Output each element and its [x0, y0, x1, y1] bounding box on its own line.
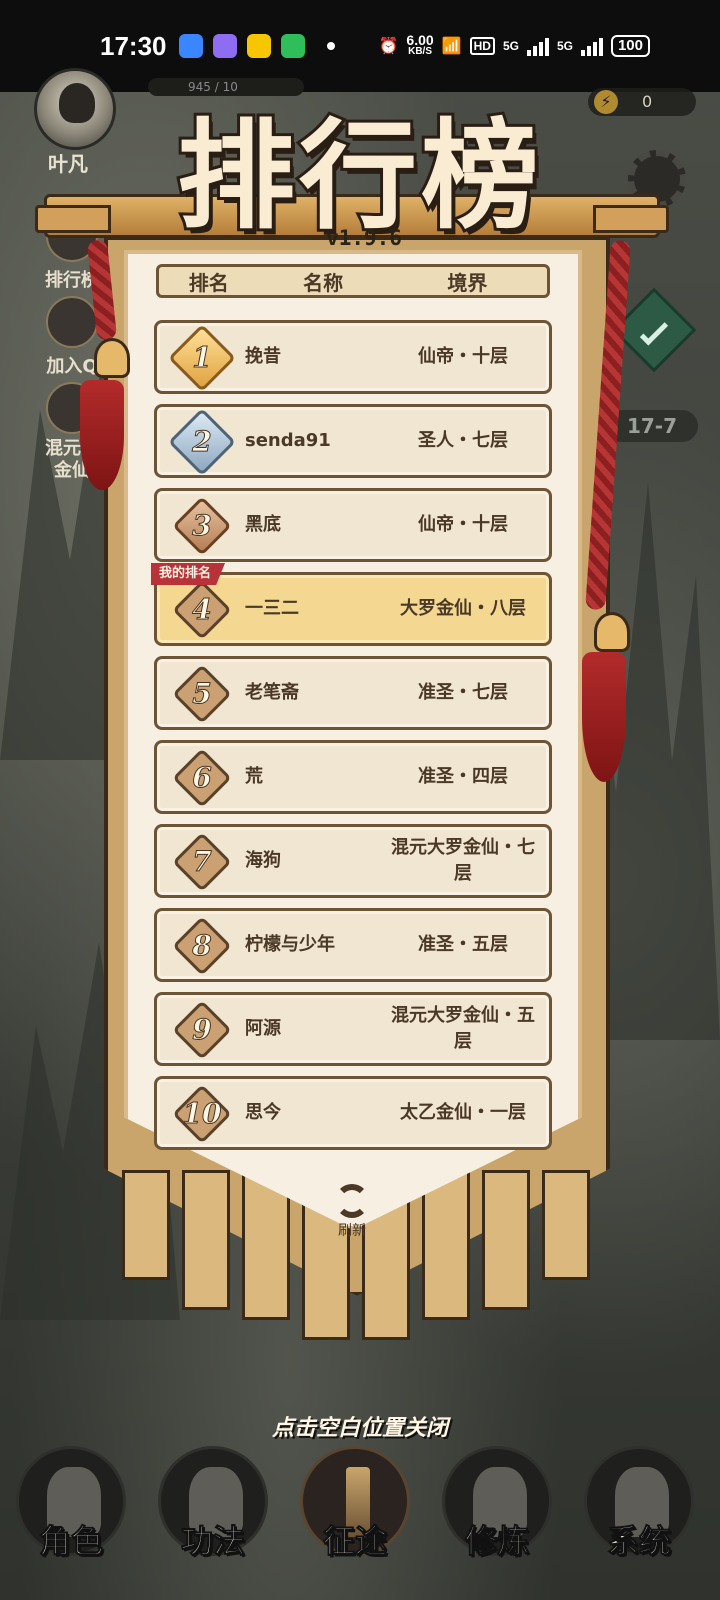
nav-item-label: 功法 [180, 1522, 245, 1561]
status-bar: 17:30 ⏰ 6.00 KB/S 📶 HD 5G 5G 100 [0, 0, 720, 92]
nav-item-3[interactable]: 修炼 [432, 1430, 562, 1600]
tassel-cap [594, 612, 630, 652]
column-header-name: 名称 [303, 270, 344, 295]
energy-pill[interactable]: ⚡ 0 [588, 88, 696, 116]
realm-cell: 混元大罗金仙・七层 [391, 837, 535, 884]
notification-app-icon [246, 34, 271, 58]
rank-number: 9 [192, 1013, 212, 1047]
status-time: 17:30 [100, 30, 167, 61]
rank-number: 10 [182, 1097, 222, 1131]
column-header-rank: 排名 [188, 270, 229, 295]
nav-item-label: 修炼 [464, 1522, 529, 1561]
stage-indicator: 17-7 [606, 410, 698, 442]
table-row[interactable]: 1 挽昔 仙帝・十层 [154, 320, 552, 394]
tassel [582, 652, 626, 782]
battery-indicator: 100 [610, 35, 650, 57]
table-row[interactable]: 5 老笔斋 准圣・七层 [154, 656, 552, 730]
nav-item-2[interactable]: 征途 [290, 1430, 420, 1600]
alarm-icon: ⏰ [378, 38, 399, 55]
player-name-cell: 黑底 [245, 514, 281, 535]
player-name-cell: 老笔斋 [245, 682, 299, 703]
nav-item-label: 角色 [38, 1522, 103, 1561]
realm-cell: 准圣・五层 [418, 934, 508, 955]
realm-cell: 混元大罗金仙・五层 [391, 1005, 535, 1052]
table-row[interactable]: 2 senda91 圣人・七层 [154, 404, 552, 478]
tassel [80, 380, 124, 490]
my-rank-row[interactable]: 4 一三二 大罗金仙・八层 我的排名 [151, 563, 552, 646]
column-header-realm: 境界 [447, 270, 488, 295]
table-row[interactable]: 7 海狗 混元大罗金仙・七层 [154, 824, 552, 898]
refresh-button[interactable]: 刷新 [332, 1184, 372, 1240]
realm-cell: 太乙金仙・一层 [400, 1102, 526, 1123]
nav-item-label: 征途 [322, 1522, 387, 1561]
energy-value: 0 [642, 92, 653, 111]
realm-cell: 准圣・四层 [418, 766, 508, 787]
rank-number: 5 [192, 677, 212, 711]
bottom-nav: 角色 功法 征途 修炼 系统 [0, 1430, 720, 1600]
player-name-cell: senda91 [245, 430, 331, 451]
leaderboard-list: 1 挽昔 仙帝・十层 2 senda91 圣人・七层 3 黑底 仙帝・十层 4 一三二 大罗金仙・八层… [151, 320, 552, 1160]
more-notifications-dot [326, 42, 335, 50]
table-row[interactable]: 6 荒 准圣・四层 [154, 740, 552, 814]
hd-icon: HD [469, 37, 495, 55]
nav-item-label: 系统 [606, 1522, 671, 1561]
rank-number: 8 [192, 929, 212, 963]
table-header: 排名 名称 境界 [156, 264, 550, 298]
notification-app-icon [212, 34, 237, 58]
player-name-cell: 挽昔 [245, 346, 281, 367]
signal-5g-label: 5G [556, 39, 573, 53]
penguin-icon [46, 296, 98, 348]
refresh-icon [335, 1184, 369, 1218]
signal-bars-icon [526, 36, 549, 56]
realm-cell: 仙帝・十层 [418, 346, 508, 367]
player-name-cell: 海狗 [245, 850, 281, 871]
table-row[interactable]: 8 柠檬与少年 准圣・五层 [154, 908, 552, 982]
player-name-cell: 柠檬与少年 [245, 934, 335, 955]
signal-bars-icon [580, 36, 603, 56]
player-avatar[interactable] [34, 68, 116, 150]
tassel-cap [94, 338, 130, 378]
player-name-cell: 一三二 [245, 598, 299, 619]
network-speed: 6.00 KB/S [406, 32, 434, 57]
table-row[interactable]: 3 黑底 仙帝・十层 [154, 488, 552, 562]
rank-number: 2 [192, 425, 212, 459]
player-name: 叶凡 [48, 152, 88, 176]
table-row[interactable]: 10 思今 太乙金仙・一层 [154, 1076, 552, 1150]
rank-number: 3 [192, 509, 212, 543]
rank-number: 7 [192, 845, 212, 879]
rank-number: 6 [192, 761, 212, 795]
nav-item-0[interactable]: 角色 [6, 1430, 136, 1600]
rank-number: 1 [192, 341, 212, 375]
notification-app-icon [280, 34, 305, 58]
notification-app-icon [178, 34, 203, 58]
wifi-icon: 📶 [441, 38, 462, 55]
player-name-cell: 阿源 [245, 1018, 281, 1039]
nav-item-1[interactable]: 功法 [148, 1430, 278, 1600]
player-name-cell: 思今 [245, 1102, 281, 1123]
realm-cell: 准圣・七层 [418, 682, 508, 703]
realm-cell: 圣人・七层 [418, 430, 508, 451]
realm-cell: 仙帝・十层 [418, 514, 508, 535]
table-row[interactable]: 9 阿源 混元大罗金仙・五层 [154, 992, 552, 1066]
signal-5g-label: 5G [502, 39, 519, 53]
player-name-cell: 荒 [245, 766, 263, 787]
nav-item-4[interactable]: 系统 [574, 1430, 704, 1600]
my-rank-tag: 我的排名 [151, 563, 226, 585]
lightning-icon: ⚡ [594, 90, 618, 114]
realm-cell: 大罗金仙・八层 [400, 598, 526, 619]
version-label: v1.9.6 [326, 226, 402, 250]
rank-number: 4 [192, 593, 212, 627]
